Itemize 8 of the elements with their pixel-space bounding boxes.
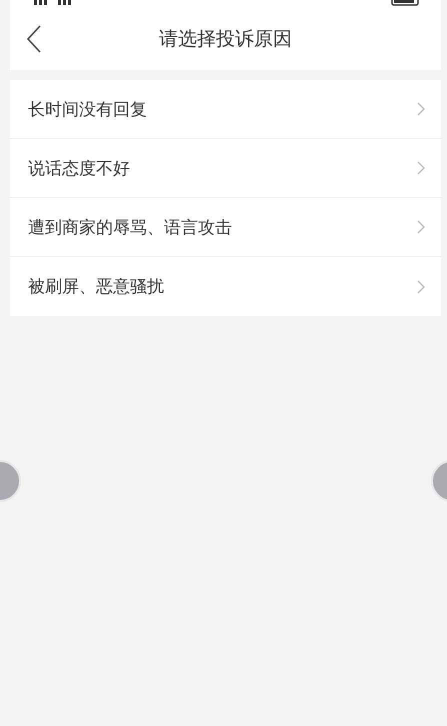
battery-icon xyxy=(391,0,421,6)
chevron-icon xyxy=(417,161,425,175)
page-title: 请选择投诉原因 xyxy=(159,27,292,52)
chevron-icon xyxy=(417,220,425,234)
chevron-icon xyxy=(417,280,425,294)
chevron-icon xyxy=(417,102,425,116)
back-button[interactable] xyxy=(26,25,42,53)
back-icon xyxy=(26,25,42,53)
